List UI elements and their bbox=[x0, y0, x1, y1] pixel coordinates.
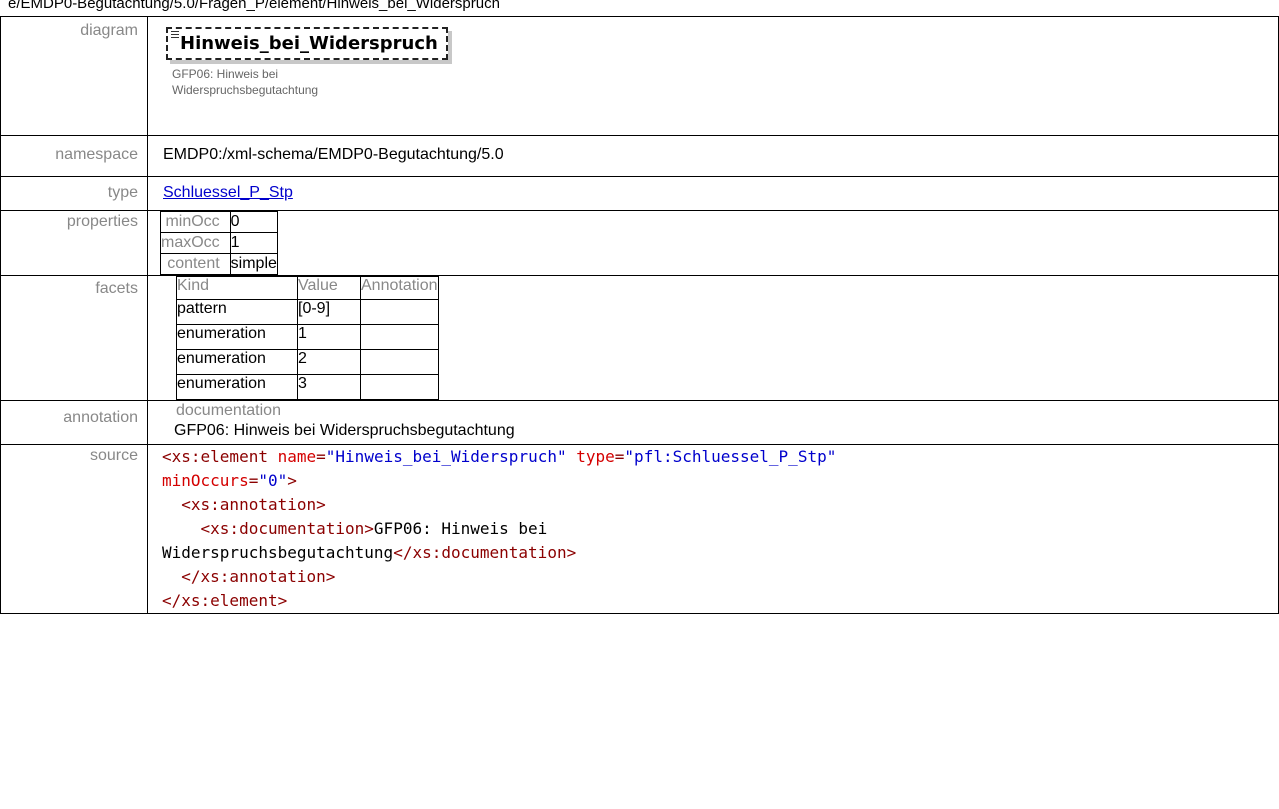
row-label: properties bbox=[0, 210, 148, 276]
element-doc-table: diagram Hinweis_bei_Widerspruch GFP06: H… bbox=[0, 16, 1279, 614]
row-label: annotation bbox=[0, 400, 148, 445]
source-code: <xs:element name="Hinweis_bei_Widerspruc… bbox=[162, 447, 837, 610]
diagram-cell: Hinweis_bei_Widerspruch GFP06: Hinweis b… bbox=[147, 16, 1279, 136]
facet-row: enumeration 3 bbox=[176, 374, 439, 400]
row-label: source bbox=[0, 444, 148, 614]
facet-row: enumeration 2 bbox=[176, 349, 439, 375]
annotation-row: annotation documentation GFP06: Hinweis … bbox=[0, 400, 1279, 445]
type-link[interactable]: Schluessel_P_Stp bbox=[163, 184, 293, 201]
annotation-heading: documentation bbox=[176, 402, 281, 419]
row-label: facets bbox=[0, 275, 148, 401]
namespace-value: EMDP0:/xml-schema/EMDP0-Begutachtung/5.0 bbox=[147, 135, 1279, 177]
property-row: content simple bbox=[160, 253, 278, 275]
namespace-row: namespace EMDP0:/xml-schema/EMDP0-Beguta… bbox=[0, 135, 1279, 177]
element-doc: GFP06: Hinweis bei Widerspruchsbegutacht… bbox=[172, 67, 319, 97]
diagram-row: diagram Hinweis_bei_Widerspruch GFP06: H… bbox=[0, 16, 1279, 136]
column-header: Value bbox=[297, 276, 361, 300]
property-row: maxOcc 1 bbox=[160, 232, 278, 254]
facets-table: Kind Value Annotation pattern [0-9] enume… bbox=[176, 276, 439, 400]
facet-row: pattern [0-9] bbox=[176, 299, 439, 325]
source-row: source <xs:element name="Hinweis_bei_Wid… bbox=[0, 444, 1279, 614]
path-header: e/EMDP0-Begutachtung/5.0/Fragen_P/elemen… bbox=[8, 0, 500, 12]
annotation-text: GFP06: Hinweis bei Widerspruchsbegutacht… bbox=[174, 422, 515, 439]
facets-header: Kind Value Annotation bbox=[176, 276, 439, 300]
column-header: Annotation bbox=[360, 276, 439, 300]
element-name: Hinweis_bei_Widerspruch bbox=[180, 33, 438, 54]
row-label: diagram bbox=[0, 16, 148, 136]
row-label: namespace bbox=[0, 135, 148, 177]
facet-row: enumeration 1 bbox=[176, 324, 439, 350]
properties-table: minOcc 0 maxOcc 1 content simple bbox=[160, 211, 278, 275]
element-diagram[interactable]: Hinweis_bei_Widerspruch GFP06: Hinweis b… bbox=[166, 27, 448, 98]
simple-content-icon bbox=[171, 31, 179, 40]
property-row: minOcc 0 bbox=[160, 211, 278, 233]
element-box[interactable]: Hinweis_bei_Widerspruch bbox=[166, 27, 448, 60]
properties-row: properties minOcc 0 maxOcc 1 content simple bbox=[0, 210, 1279, 276]
row-label: type bbox=[0, 176, 148, 211]
type-row: type Schluessel_P_Stp bbox=[0, 176, 1279, 211]
facets-row: facets Kind Value Annotation pattern [0-9… bbox=[0, 275, 1279, 401]
column-header: Kind bbox=[176, 276, 298, 300]
